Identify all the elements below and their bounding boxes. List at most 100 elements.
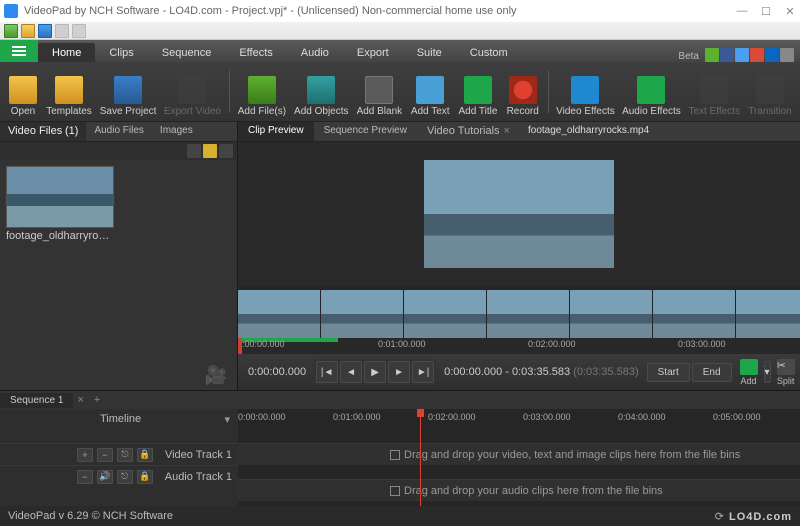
- maximize-button[interactable]: ☐: [760, 5, 772, 18]
- ribbon: Open Templates Save Project Export Video…: [0, 62, 800, 122]
- qat-undo-icon[interactable]: [55, 24, 69, 38]
- status-version: VideoPad v 6.29 © NCH Software: [8, 510, 173, 522]
- export-video-button: Export Video: [160, 64, 225, 119]
- ruler-mark: 0:00:00.000: [238, 412, 286, 422]
- add-files-button[interactable]: Add File(s): [234, 64, 291, 119]
- clip-filmstrip[interactable]: [238, 286, 800, 338]
- bin-tab-images[interactable]: Images: [152, 122, 201, 141]
- add-sequence-button[interactable]: +: [88, 392, 106, 408]
- track-fx-button[interactable]: ⎋: [117, 448, 133, 462]
- step-back-button[interactable]: ◄: [340, 361, 362, 383]
- video-track-lane[interactable]: Drag and drop your video, text and image…: [238, 443, 800, 465]
- clip-thumbnail[interactable]: footage_oldharryrocks.: [6, 166, 114, 242]
- preview-tab-sequence[interactable]: Sequence Preview: [314, 122, 417, 141]
- track-expand-button[interactable]: −: [77, 470, 93, 484]
- track-remove-button[interactable]: −: [97, 448, 113, 462]
- add-objects-button[interactable]: Add Objects: [290, 64, 352, 119]
- timeline-playhead[interactable]: [420, 409, 421, 506]
- window-title: VideoPad by NCH Software - LO4D.com - Pr…: [24, 5, 736, 17]
- tab-custom[interactable]: Custom: [456, 43, 522, 62]
- facebook-icon[interactable]: [720, 48, 734, 62]
- add-blank-button[interactable]: Add Blank: [352, 64, 406, 119]
- preview-viewport[interactable]: [238, 142, 800, 286]
- clip-ruler[interactable]: :00:00.000 0:01:00.000 0:02:00.000 0:03:…: [238, 338, 800, 354]
- close-button[interactable]: ✕: [784, 5, 796, 18]
- track-headers: Timeline▾ + − ⎋ 🔒 Video Track 1 − 🔊 ⎋ 🔒 …: [0, 409, 238, 506]
- qat-new-icon[interactable]: [4, 24, 18, 38]
- bin-tab-audio[interactable]: Audio Files: [86, 122, 151, 141]
- timeline-tracks-area[interactable]: 0:00:00.000 0:01:00.000 0:02:00.000 0:03…: [238, 409, 800, 506]
- preview-tab-tutorials[interactable]: Video Tutorials×: [417, 122, 520, 141]
- track-lock-button[interactable]: 🔒: [137, 470, 153, 484]
- track-mute-button[interactable]: 🔊: [97, 470, 113, 484]
- open-button[interactable]: Open: [4, 64, 42, 119]
- play-button[interactable]: ▶: [364, 361, 386, 383]
- beta-label[interactable]: Beta: [672, 51, 705, 62]
- bin-tabs: Video Files (1) Audio Files Images: [0, 122, 237, 142]
- filmstrip-frame: [570, 290, 652, 338]
- audio-track-header[interactable]: − 🔊 ⎋ 🔒 Audio Track 1: [0, 465, 238, 487]
- app-icon: [4, 4, 18, 18]
- tab-home[interactable]: Home: [38, 43, 95, 62]
- sequence-tab[interactable]: Sequence 1: [0, 393, 73, 408]
- tab-clips[interactable]: Clips: [95, 43, 147, 62]
- video-effects-button[interactable]: Video Effects: [552, 64, 618, 119]
- split-button[interactable]: ✂Split: [773, 359, 799, 386]
- tab-export[interactable]: Export: [343, 43, 403, 62]
- track-lock-button[interactable]: 🔒: [137, 448, 153, 462]
- tab-audio[interactable]: Audio: [287, 43, 343, 62]
- help-icon[interactable]: [780, 48, 794, 62]
- thumbnail-image: [6, 166, 114, 228]
- tab-effects[interactable]: Effects: [225, 43, 286, 62]
- timeline-panel: Sequence 1 × + Timeline▾ + − ⎋ 🔒 Video T…: [0, 390, 800, 506]
- add-to-sequence-button[interactable]: Add: [736, 359, 762, 386]
- close-icon[interactable]: ×: [504, 125, 510, 137]
- timeline-ruler[interactable]: 0:00:00.000 0:01:00.000 0:02:00.000 0:03…: [238, 409, 800, 429]
- timeline-mode-dropdown[interactable]: Timeline▾: [0, 409, 238, 429]
- bin-area[interactable]: footage_oldharryrocks. 🎥: [0, 160, 237, 390]
- tab-suite[interactable]: Suite: [403, 43, 456, 62]
- track-fx-button[interactable]: ⎋: [117, 470, 133, 484]
- goto-end-button[interactable]: ►|: [412, 361, 434, 383]
- watermark-logo: ⟳ LO4D.com: [715, 510, 792, 523]
- set-end-button[interactable]: End: [692, 363, 732, 382]
- preview-tab-clip[interactable]: Clip Preview: [238, 122, 314, 141]
- step-forward-button[interactable]: ►: [388, 361, 410, 383]
- bin-folder-icon[interactable]: [203, 144, 217, 158]
- bin-view-icon[interactable]: [187, 144, 201, 158]
- ruler-mark: 0:03:00.000: [523, 412, 571, 422]
- app-menu-button[interactable]: [0, 40, 38, 62]
- close-sequence-button[interactable]: ×: [73, 394, 87, 406]
- save-project-button[interactable]: Save Project: [96, 64, 160, 119]
- audio-effects-button[interactable]: Audio Effects: [618, 64, 684, 119]
- goto-start-button[interactable]: |◄: [316, 361, 338, 383]
- shapes-icon: [307, 76, 335, 104]
- content-panes: Video Files (1) Audio Files Images foota…: [0, 122, 800, 390]
- bin-menu-icon[interactable]: [219, 144, 233, 158]
- minimize-button[interactable]: —: [736, 5, 748, 18]
- qat-redo-icon[interactable]: [72, 24, 86, 38]
- qat-save-icon[interactable]: [38, 24, 52, 38]
- audio-track-lane[interactable]: Drag and drop your audio clips here from…: [238, 479, 800, 501]
- templates-button[interactable]: Templates: [42, 64, 96, 119]
- bin-tab-video[interactable]: Video Files (1): [0, 122, 86, 141]
- video-track-header[interactable]: + − ⎋ 🔒 Video Track 1: [0, 443, 238, 465]
- thumbnail-caption: footage_oldharryrocks.: [6, 230, 114, 242]
- twitter-icon[interactable]: [735, 48, 749, 62]
- drop-hint-icon: [390, 450, 400, 460]
- share-icon[interactable]: [705, 48, 719, 62]
- googleplus-icon[interactable]: [750, 48, 764, 62]
- add-title-button[interactable]: Add Title: [454, 64, 502, 119]
- folder-icon: [9, 76, 37, 104]
- ribbon-separator: [229, 70, 230, 113]
- record-button[interactable]: Record: [502, 64, 544, 119]
- tab-sequence[interactable]: Sequence: [148, 43, 226, 62]
- templates-icon: [55, 76, 83, 104]
- add-text-button[interactable]: Add Text: [406, 64, 454, 119]
- track-add-button[interactable]: +: [77, 448, 93, 462]
- linkedin-icon[interactable]: [765, 48, 779, 62]
- set-start-button[interactable]: Start: [647, 363, 690, 382]
- qat-open-icon[interactable]: [21, 24, 35, 38]
- hamburger-icon: [12, 46, 26, 56]
- add-dropdown-button[interactable]: ▾: [764, 361, 771, 383]
